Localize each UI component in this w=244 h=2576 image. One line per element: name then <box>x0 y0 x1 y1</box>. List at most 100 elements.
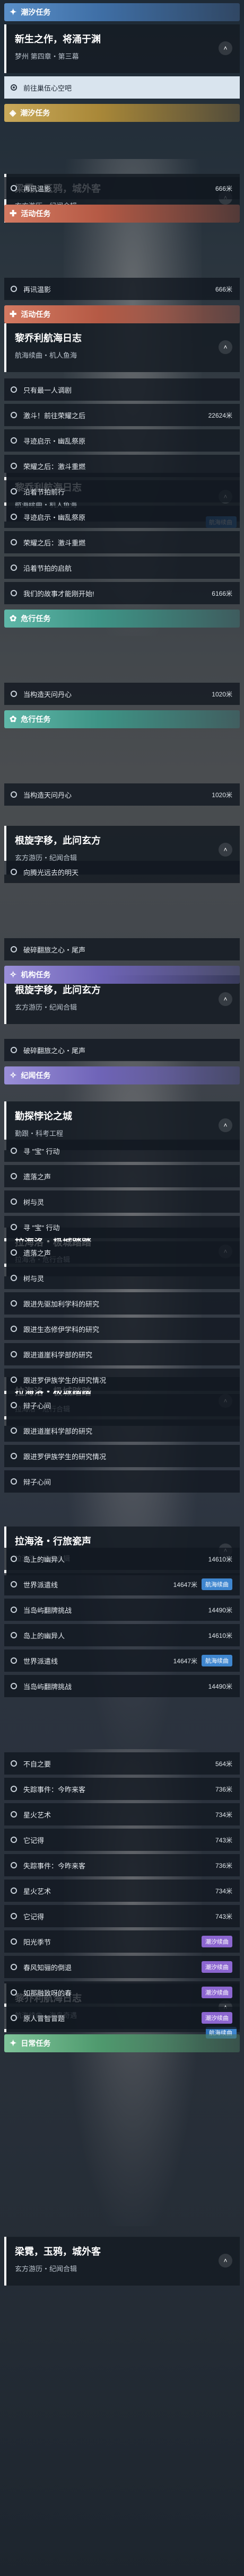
tide-quest-icon: ◈ <box>10 109 16 118</box>
objective-text: 星火艺术 <box>23 1887 51 1895</box>
quest-objective-row[interactable]: 寻 "宝" 行动 <box>4 1216 240 1238</box>
quest-card[interactable]: 新生之作，将涌于渊 梦州 第四章・第三幕 ˄ <box>4 24 240 73</box>
quest-objective-row[interactable]: 原人冒智冒题 潮汐续曲 <box>4 2007 240 2029</box>
quest-objective-row[interactable]: 世界派遣线 14647米 航海续曲 <box>4 1573 240 1595</box>
quest-category-header: ✦ 潮汐任务 <box>4 3 240 21</box>
collapse-chevron-icon[interactable]: ˄ <box>219 992 232 1006</box>
quest-objective-row[interactable]: 岛上的幽异人 14610米 <box>4 1548 240 1570</box>
quest-objective-row[interactable]: 沿着节拍前行 <box>4 480 240 502</box>
quest-objective-row[interactable]: 荣耀之后：激斗重燃 <box>4 455 240 477</box>
quest-objective-row[interactable]: 树与灵 <box>4 1267 240 1289</box>
quest-objective-row[interactable]: 星火艺术 734米 <box>4 1880 240 1902</box>
quest-objective-row[interactable]: 寻迹启示・幽乱祭原 <box>4 429 240 452</box>
objective-distance: 736米 <box>215 1862 232 1869</box>
quest-objective-row[interactable]: 跟进罗伊族学生的研究情况 <box>4 1445 240 1467</box>
quest-objective-row[interactable]: 我们的故事才能刚开始! 6166米 <box>4 582 240 604</box>
collapse-chevron-icon[interactable]: ˄ <box>219 340 232 354</box>
quest-objective-row[interactable]: 跟进罗伊族学生的研究情况 <box>4 1369 240 1391</box>
objective-text: 失踪事件：今昨来客 <box>23 1862 86 1870</box>
quest-objective-row[interactable]: 再讯温影 666米 <box>4 278 240 300</box>
objective-distance: 14647米 <box>173 1581 197 1589</box>
objective-text: 岛上的幽异人 <box>23 1631 65 1640</box>
quest-objective-row[interactable]: 只有最一人调剧 <box>4 378 240 401</box>
quest-category-header: ✧ 纪闻任务 <box>4 1066 240 1084</box>
quest-objective-row[interactable]: 失踪事件：今昨来客 736米 <box>4 1778 240 1800</box>
objective-marker-icon <box>11 463 17 469</box>
objective-marker-icon <box>11 488 17 495</box>
quest-objective-row[interactable]: 再讯温影 666米 <box>4 177 240 199</box>
quest-objective-row[interactable]: 不自之要 564米 <box>4 1752 240 1775</box>
objective-marker-icon <box>11 1964 17 1970</box>
quest-objective-row[interactable]: 失踪事件：今昨来客 736米 <box>4 1854 240 1876</box>
quest-objective-row[interactable]: 当岛屿翻牌挑战 14490米 <box>4 1599 240 1621</box>
objective-marker-icon <box>11 1760 17 1767</box>
quest-card[interactable]: 黎乔利航海日志 航海续曲・机人鱼海 ˄ <box>4 323 240 372</box>
quest-objective-row[interactable]: 前往巢伍心空吧 <box>4 76 240 99</box>
objective-marker-icon <box>11 1351 17 1357</box>
quest-category-header: ✿ 危行任务 <box>4 610 240 628</box>
objective-marker-icon <box>11 1173 17 1179</box>
quest-objective-row[interactable]: 遗落之声 <box>4 1241 240 1264</box>
quest-tracker-list: ✦潮汐任务新生之作，将涌于渊梦州 第四章・第三幕˄ 前往巢伍心空吧 ◈ 潮汐任务梁霓，… <box>0 0 244 2286</box>
collapse-chevron-icon[interactable]: ˄ <box>219 41 232 55</box>
quest-objective-row[interactable]: 如那融致呀的春 潮汐续曲 <box>4 1981 240 2004</box>
quest-objective-row[interactable]: 向腾光远去的明天 <box>4 861 240 883</box>
quest-objective-row[interactable]: 当构造天问丹心 1020米 <box>4 683 240 705</box>
quest-objective-row[interactable]: 荣耀之后：激斗重燃 <box>4 531 240 553</box>
objective-text: 原人冒智冒题 <box>23 2014 65 2023</box>
objective-marker-icon <box>11 691 17 697</box>
quest-title: 梁霓，玉鸦，城外客 <box>15 2246 101 2257</box>
quest-category-label: 潮汐任务 <box>20 109 50 117</box>
quest-card[interactable]: 梁霓，玉鸦，城外客玄方游历・纪闻合辑 ˄ <box>4 2237 240 2286</box>
objective-distance: 736米 <box>215 1785 232 1793</box>
quest-series-badge: 潮汐续曲 <box>202 1936 232 1947</box>
objective-marker-icon <box>11 1683 17 1689</box>
quest-objective-row[interactable]: 当构造天问丹心 1020米 <box>4 783 240 806</box>
objective-text: 破碎翻旅之心・尾声 <box>23 1046 86 1055</box>
objective-text: 世界派遣线 <box>23 1657 58 1665</box>
objective-marker-icon <box>11 1326 17 1332</box>
objective-text: 再讯温影 <box>23 184 51 193</box>
quest-objective-row[interactable]: 春风知骊的倒退 潮汐续曲 <box>4 1956 240 1978</box>
collapse-chevron-icon[interactable]: ˄ <box>219 1118 232 1132</box>
objective-text: 春风知骊的倒退 <box>23 1963 72 1972</box>
quest-objective-row[interactable]: 激斗！前往荣耀之后 22624米 <box>4 404 240 426</box>
objective-text: 岛上的幽异人 <box>23 1555 65 1564</box>
objective-marker-icon <box>11 1938 17 1945</box>
quest-objective-row[interactable]: 破碎翻旅之心・尾声 <box>4 938 240 960</box>
quest-objective-row[interactable]: 树与灵 <box>4 1190 240 1213</box>
quest-objective-row[interactable]: 跟进先驱加利学科的研究 <box>4 1292 240 1315</box>
objective-text: 寻迹启示・幽乱祭原 <box>23 513 86 522</box>
objective-text: 如那融致呀的春 <box>23 1989 72 1997</box>
quest-objective-row[interactable]: 跟进道崖科学部的研究 <box>4 1419 240 1442</box>
quest-objective-row[interactable]: 遗落之声 <box>4 1165 240 1187</box>
quest-objective-row[interactable]: 沿着节拍的启航 <box>4 557 240 579</box>
objective-text: 跟进罗伊族学生的研究情况 <box>23 1452 107 1461</box>
objective-marker-icon <box>11 1989 17 1996</box>
quest-title: 根旋字移，此问玄方 <box>15 835 101 846</box>
quest-objective-row[interactable]: 阳光季节 潮汐续曲 <box>4 1930 240 1953</box>
quest-objective-row[interactable]: 跟进生态修伊学科的研究 <box>4 1318 240 1340</box>
quest-objective-row[interactable]: 它记得 743米 <box>4 1905 240 1927</box>
quest-objective-row[interactable]: 它记得 743米 <box>4 1829 240 1851</box>
quest-objective-row[interactable]: 寻 "宝" 行动 <box>4 1140 240 1162</box>
objective-text: 荣耀之后：激斗重燃 <box>23 462 86 471</box>
objective-marker-icon <box>11 1837 17 1843</box>
quest-title: 勤探悖论之城 <box>15 1111 72 1122</box>
collapse-chevron-icon[interactable]: ˄ <box>219 843 232 857</box>
quest-objective-row[interactable]: 岛上的幽异人 14610米 <box>4 1624 240 1646</box>
objective-text: 破碎翻旅之心・尾声 <box>23 946 86 954</box>
quest-objective-row[interactable]: 寻迹启示・幽乱祭原 <box>4 506 240 528</box>
quest-objective-row[interactable]: 当岛屿翻牌挑战 14490米 <box>4 1675 240 1697</box>
quest-objective-row[interactable]: 辩子心间 <box>4 1394 240 1416</box>
quest-objective-row[interactable]: 世界派遣线 14647米 航海续曲 <box>4 1649 240 1672</box>
collapse-chevron-icon[interactable]: ˄ <box>219 2254 232 2268</box>
event-quest-icon: ✚ <box>10 209 17 218</box>
quest-objective-row[interactable]: 跟进道崖科学部的研究 <box>4 1343 240 1365</box>
quest-objective-row[interactable]: 破碎翻旅之心・尾声 <box>4 1039 240 1061</box>
quest-objective-row[interactable]: 辩子心间 <box>4 1470 240 1493</box>
quest-objective-row[interactable]: 星火艺术 734米 <box>4 1803 240 1825</box>
objective-distance: 666米 <box>215 285 232 293</box>
objective-marker-icon <box>11 1786 17 1792</box>
objective-marker-icon <box>11 1224 17 1230</box>
